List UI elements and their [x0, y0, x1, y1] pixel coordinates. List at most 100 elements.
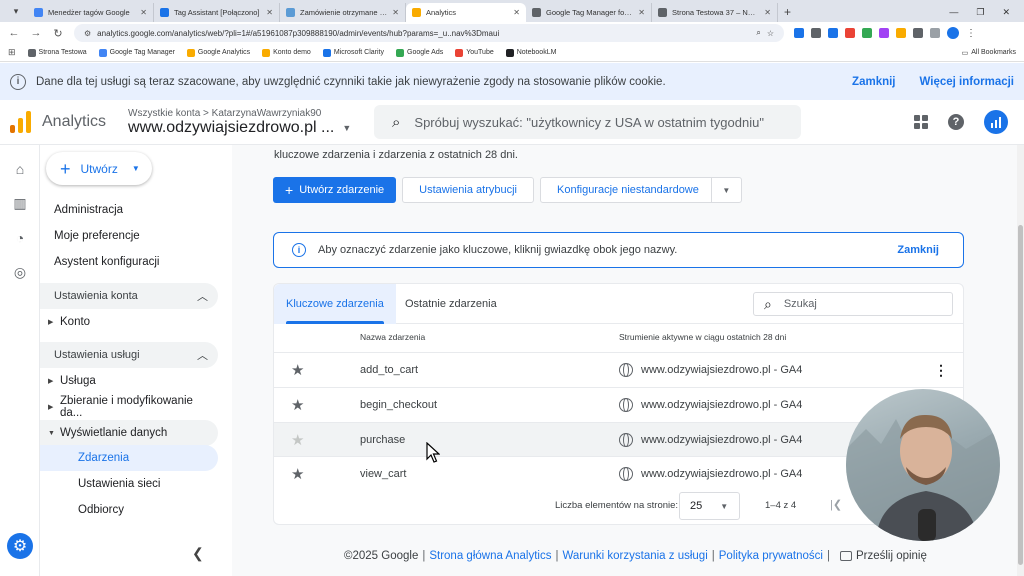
- close-icon[interactable]: ✕: [266, 8, 273, 17]
- browser-tab[interactable]: Google Tag Manager for WordP✕: [526, 3, 652, 22]
- bookmark-item[interactable]: Konto demo: [262, 48, 311, 57]
- bookmark-star-icon[interactable]: ☆: [767, 29, 774, 38]
- extension-icon[interactable]: [879, 28, 889, 38]
- attribution-settings-button[interactable]: Ustawienia atrybucji: [402, 177, 534, 203]
- maximize-icon[interactable]: ❐: [976, 7, 984, 18]
- first-page-icon[interactable]: |❮: [830, 498, 842, 511]
- browser-tab[interactable]: Menedżer tagów Google ✕: [28, 3, 154, 22]
- bookmark-item[interactable]: Strona Testowa: [27, 48, 87, 57]
- browser-tab[interactable]: Zamówienie otrzymane – Strona✕: [280, 3, 406, 22]
- all-bookmarks[interactable]: ▭ All Bookmarks: [962, 49, 1016, 57]
- apps-grid-icon[interactable]: ⊞: [8, 47, 16, 58]
- footer-link-terms[interactable]: Warunki korzystania z usługi: [562, 550, 707, 562]
- extension-icon[interactable]: [794, 28, 804, 38]
- extensions-puzzle-icon[interactable]: [930, 28, 940, 38]
- bookmark-item[interactable]: Microsoft Clarity: [322, 48, 384, 57]
- table-row[interactable]: ★ begin_checkout www.odzywiajsiezdrowo.p…: [274, 387, 963, 422]
- section-property-settings[interactable]: Ustawienia usługi ︿: [40, 342, 218, 368]
- admin-gear-icon[interactable]: ⚙: [7, 533, 33, 559]
- site-info-icon[interactable]: ⚙: [84, 29, 91, 38]
- apps-icon[interactable]: [914, 115, 928, 129]
- extension-icon[interactable]: [828, 28, 838, 38]
- create-event-button[interactable]: + Utwórz zdarzenie: [273, 177, 397, 203]
- nav-network-settings[interactable]: Ustawienia sieci: [40, 471, 218, 497]
- nav-audiences[interactable]: Odbiorcy: [40, 497, 218, 523]
- tab-recent-events[interactable]: Ostatnie zdarzenia: [393, 284, 509, 324]
- close-icon[interactable]: ✕: [513, 8, 520, 17]
- bookmark-favicon-icon: [98, 48, 107, 57]
- nav-data-collection[interactable]: ▶ Zbieranie i modyfikowanie da...: [40, 394, 218, 420]
- scrollbar-thumb[interactable]: [1018, 225, 1023, 565]
- minimize-icon[interactable]: —: [949, 7, 958, 18]
- account-picker[interactable]: Wszystkie konta > KatarzynaWawrzyniak90 …: [128, 108, 351, 137]
- close-icon[interactable]: ✕: [392, 8, 399, 17]
- create-button[interactable]: + Utwórz ▼: [46, 152, 152, 185]
- extension-icon[interactable]: [845, 28, 855, 38]
- info-close-button[interactable]: Zamknij: [897, 244, 939, 256]
- rows-per-page-select[interactable]: 25 ▼: [679, 492, 740, 520]
- bookmark-item[interactable]: Google Tag Manager: [98, 48, 175, 57]
- star-icon[interactable]: ★: [291, 431, 304, 449]
- back-icon[interactable]: ←: [8, 27, 20, 39]
- bookmark-item[interactable]: Google Ads: [396, 48, 443, 57]
- events-search-input[interactable]: ⌕ Szukaj: [753, 292, 953, 316]
- banner-more-info-button[interactable]: Więcej informacji: [920, 76, 1014, 88]
- page-scrollbar[interactable]: [1017, 145, 1024, 576]
- chevron-down-icon[interactable]: ▼: [710, 178, 741, 202]
- reload-icon[interactable]: ↻: [52, 27, 64, 40]
- nav-events[interactable]: Zdarzenia: [40, 445, 218, 471]
- nav-my-preferences[interactable]: Moje preferencje: [40, 223, 218, 249]
- tab-key-events[interactable]: Kluczowe zdarzenia: [274, 284, 396, 324]
- bookmark-item[interactable]: NotebookLM: [505, 48, 556, 57]
- browser-menu-icon[interactable]: ⋮: [966, 28, 976, 39]
- more-vert-icon[interactable]: ⋮: [934, 362, 948, 379]
- feedback-button[interactable]: Prześlij opinię: [856, 550, 927, 562]
- browser-tab-active[interactable]: Analytics ✕: [406, 3, 526, 22]
- browser-toolbar: ← → ↻ ⚙ analytics.google.com/analytics/w…: [0, 22, 1024, 44]
- bookmark-favicon-icon: [27, 48, 36, 57]
- global-search[interactable]: ⌕ Spróbuj wyszukać: "użytkownicy z USA w…: [374, 105, 801, 139]
- nav-setup-assistant[interactable]: Asystent konfiguracji: [40, 249, 218, 275]
- help-icon[interactable]: ?: [948, 114, 964, 130]
- zoom-icon[interactable]: ⌕: [756, 28, 760, 38]
- address-bar[interactable]: ⚙ analytics.google.com/analytics/web/?pl…: [74, 24, 784, 42]
- bookmark-item[interactable]: YouTube: [455, 48, 494, 57]
- close-icon[interactable]: ✕: [638, 8, 645, 17]
- home-icon[interactable]: ⌂: [12, 161, 28, 177]
- close-window-icon[interactable]: ✕: [1002, 7, 1010, 18]
- browser-tab[interactable]: Strona Testowa 37 – Na tej stron✕: [652, 3, 778, 22]
- close-icon[interactable]: ✕: [764, 8, 771, 17]
- footer-link-privacy[interactable]: Polityka prywatności: [719, 550, 823, 562]
- explore-icon[interactable]: ◔: [12, 230, 28, 246]
- banner-close-button[interactable]: Zamknij: [852, 76, 895, 88]
- profile-avatar[interactable]: [947, 27, 959, 39]
- nav-administration[interactable]: Administracja: [40, 197, 218, 223]
- account-avatar[interactable]: [984, 110, 1008, 134]
- close-icon[interactable]: ✕: [140, 8, 147, 17]
- section-account-settings[interactable]: Ustawienia konta ︿: [40, 283, 218, 309]
- collapse-nav-icon[interactable]: ❮: [192, 545, 204, 562]
- property-selector[interactable]: www.odzywiajsiezdrowo.pl ... ▼: [128, 119, 351, 137]
- extension-icon[interactable]: [896, 28, 906, 38]
- nav-property[interactable]: ▶ Usługa: [40, 368, 218, 394]
- tab-search-icon[interactable]: ▾: [8, 3, 24, 19]
- footer-link-home[interactable]: Strona główna Analytics: [429, 550, 551, 562]
- extension-icon[interactable]: [913, 28, 923, 38]
- reports-icon[interactable]: ▥: [12, 195, 28, 211]
- new-tab-icon[interactable]: +: [784, 5, 791, 19]
- window-controls: — ❐ ✕: [949, 7, 1024, 18]
- star-icon[interactable]: ★: [291, 396, 304, 414]
- star-icon[interactable]: ★: [291, 361, 304, 379]
- nav-account[interactable]: ▶ Konto: [40, 309, 218, 335]
- nav-data-display[interactable]: ▼ Wyświetlanie danych: [40, 420, 218, 446]
- bookmark-item[interactable]: Google Analytics: [186, 48, 250, 57]
- star-icon[interactable]: ★: [291, 465, 304, 483]
- forward-icon[interactable]: →: [30, 27, 42, 39]
- analytics-logo-icon[interactable]: [10, 111, 32, 133]
- custom-configs-button[interactable]: Konfiguracje niestandardowe ▼: [540, 177, 742, 203]
- browser-tab[interactable]: Tag Assistant [Połączono] ✕: [154, 3, 280, 22]
- advertising-icon[interactable]: ◎: [12, 264, 28, 280]
- extension-icon[interactable]: [862, 28, 872, 38]
- extension-icon[interactable]: [811, 28, 821, 38]
- table-row[interactable]: ★ add_to_cart www.odzywiajsiezdrowo.pl -…: [274, 352, 963, 387]
